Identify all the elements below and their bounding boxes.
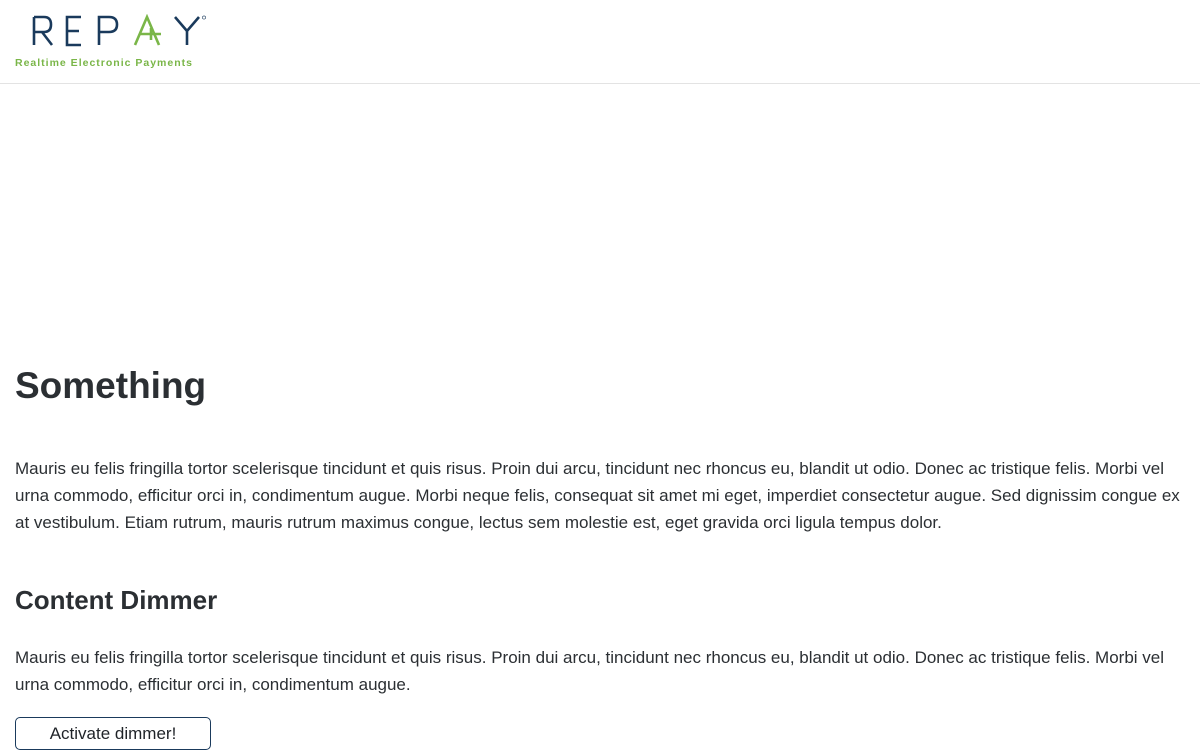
page-title: Something xyxy=(15,365,207,406)
content-dimmer-heading: Content Dimmer xyxy=(15,585,218,615)
logo-tagline: Realtime Electronic Payments xyxy=(15,57,193,69)
activate-dimmer-button[interactable]: Activate dimmer! xyxy=(15,717,211,750)
site-header: Realtime Electronic Payments xyxy=(0,0,1200,84)
intro-paragraph: Mauris eu felis fringilla tortor sceleri… xyxy=(15,459,1180,532)
repay-wordmark-graphic xyxy=(32,14,206,47)
repay-logo[interactable]: Realtime Electronic Payments xyxy=(15,14,220,70)
content-dimmer-paragraph: Mauris eu felis fringilla tortor sceleri… xyxy=(15,648,1165,694)
